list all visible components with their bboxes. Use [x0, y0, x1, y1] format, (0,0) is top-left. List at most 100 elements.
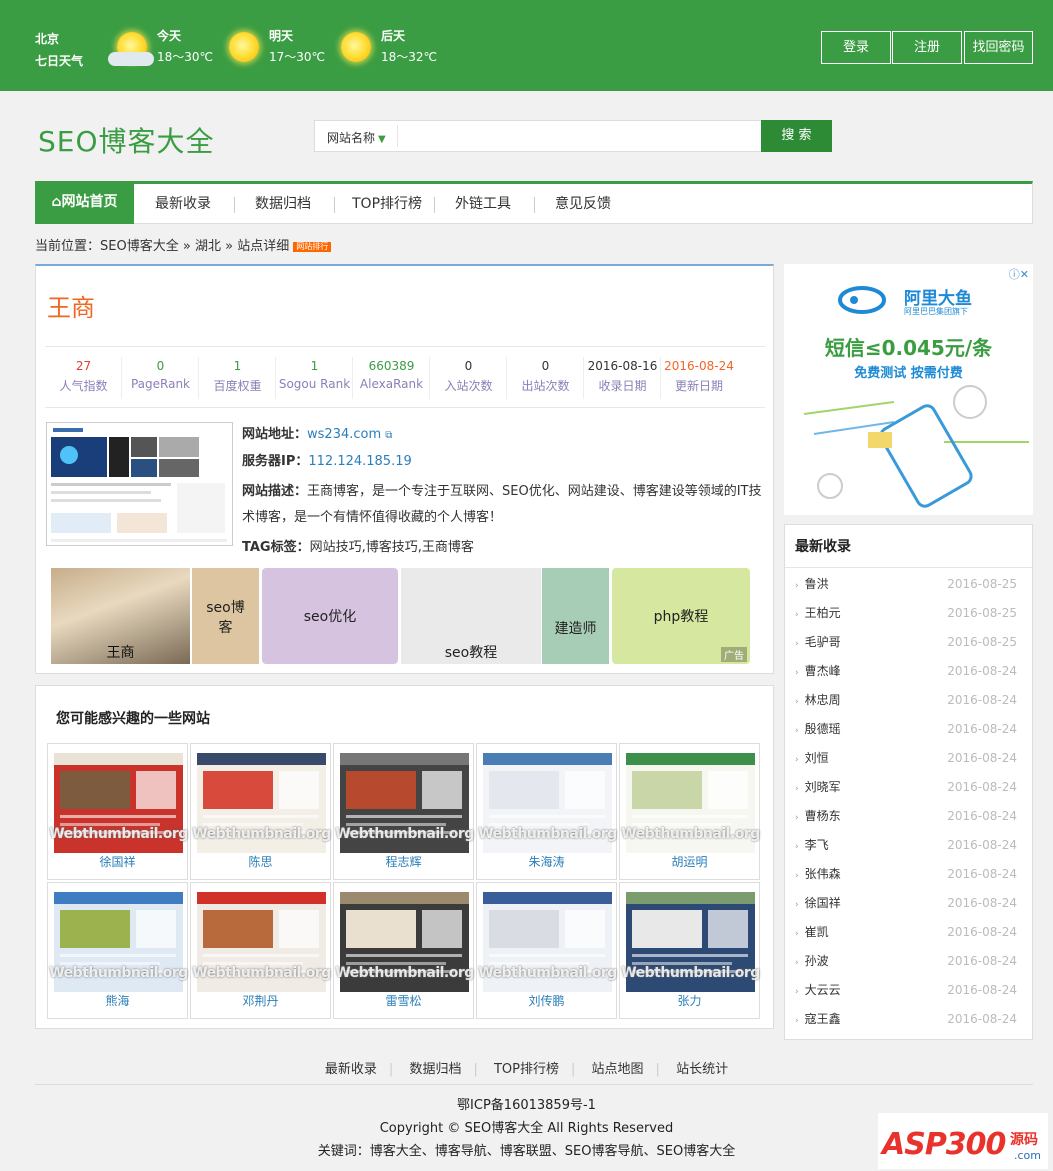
related-site-card[interactable]: Webthumbnail.org 雷雪松: [333, 882, 474, 1019]
latest-item-name[interactable]: 崔凯: [805, 925, 829, 939]
latest-list-item[interactable]: › 大云云 2016-08-24: [795, 976, 1025, 1005]
stat-label: 出站次数: [521, 379, 570, 393]
chevron-right-icon: ›: [795, 958, 799, 968]
search-bar: 网站名称 ▼ 搜 索: [314, 120, 832, 152]
related-site-name[interactable]: 陈思: [191, 853, 330, 870]
site-url-link[interactable]: ws234.com: [307, 427, 381, 442]
register-button[interactable]: 注册: [892, 31, 962, 64]
latest-list-item[interactable]: › 殷德瑶 2016-08-24: [795, 715, 1025, 744]
related-site-card[interactable]: Webthumbnail.org 张力: [619, 882, 760, 1019]
latest-item-name[interactable]: 林忠周: [805, 693, 841, 707]
nav-item-links-tool[interactable]: 外链工具: [455, 184, 511, 224]
related-site-name[interactable]: 胡运明: [620, 853, 759, 870]
latest-list-item[interactable]: › 崔凯 2016-08-24: [795, 918, 1025, 947]
nav-home[interactable]: ⌂网站首页: [35, 181, 134, 224]
latest-list-item[interactable]: › 孙波 2016-08-24: [795, 947, 1025, 976]
external-link-icon[interactable]: ⧉: [385, 430, 392, 441]
latest-item-name[interactable]: 鲁洪: [805, 577, 829, 591]
latest-item-date: 2016-08-24: [947, 809, 1017, 823]
ad-tile[interactable]: php教程 广告: [612, 568, 750, 664]
sidebar-ad[interactable]: ⓘ✕ 阿里大鱼 阿里巴巴集团旗下 短信≤0.045元/条 免费测试 按需付费: [784, 264, 1033, 515]
related-site-name[interactable]: 雷雪松: [334, 992, 473, 1009]
latest-item-name[interactable]: 孙波: [805, 954, 829, 968]
related-site-name[interactable]: 张力: [620, 992, 759, 1009]
latest-item-name[interactable]: 王柏元: [805, 606, 841, 620]
footer-link[interactable]: TOP排行榜: [482, 1062, 571, 1077]
latest-list-item[interactable]: › 李飞 2016-08-24: [795, 831, 1025, 860]
login-button[interactable]: 登录: [821, 31, 891, 64]
breadcrumb-link-home[interactable]: SEO博客大全: [100, 239, 179, 254]
recover-password-button[interactable]: 找回密码: [964, 31, 1033, 64]
latest-item-name[interactable]: 毛驴哥: [805, 635, 841, 649]
weather-day-after: 后天 18～32℃: [381, 29, 438, 64]
latest-list-item[interactable]: › 王柏元 2016-08-25: [795, 599, 1025, 628]
site-screenshot[interactable]: [46, 422, 233, 546]
related-site-card[interactable]: Webthumbnail.org 朱海涛: [476, 743, 617, 880]
latest-list-item[interactable]: › 曹杨东 2016-08-24: [795, 802, 1025, 831]
latest-list-item[interactable]: › 张伟森 2016-08-24: [795, 860, 1025, 889]
footer-link[interactable]: 站点地图: [580, 1062, 656, 1077]
latest-list-item[interactable]: › 曹杰峰 2016-08-24: [795, 657, 1025, 686]
latest-item-name[interactable]: 寇王鑫: [805, 1012, 841, 1026]
ad-tile[interactable]: 王商: [51, 568, 190, 664]
chevron-right-icon: ›: [795, 929, 799, 939]
latest-item-name[interactable]: 大云云: [805, 983, 841, 997]
ad-tile[interactable]: 建造师: [542, 568, 609, 664]
footer-link[interactable]: 站长统计: [664, 1062, 740, 1077]
search-input[interactable]: [397, 125, 757, 147]
footer-icp[interactable]: 鄂ICP备16013859号-1: [0, 1094, 1053, 1113]
stat-value: 0: [156, 359, 165, 373]
thumbnail-watermark: Webthumbnail.org: [49, 965, 188, 981]
footer-link[interactable]: 最新收录: [313, 1062, 389, 1077]
nav-item-feedback[interactable]: 意见反馈: [555, 184, 611, 224]
latest-item-name[interactable]: 张伟森: [805, 867, 841, 881]
ad-tile[interactable]: seo博客: [192, 568, 259, 664]
related-site-name[interactable]: 徐国祥: [48, 853, 187, 870]
latest-item-date: 2016-08-24: [947, 693, 1017, 707]
chevron-right-icon: ›: [795, 581, 799, 591]
top-bar: 北京 七日天气 今天 18～30℃ 明天 17～30℃ 后天 18～32℃ 登录…: [0, 0, 1053, 91]
related-site-name[interactable]: 朱海涛: [477, 853, 616, 870]
related-site-card[interactable]: Webthumbnail.org 熊海: [47, 882, 188, 1019]
latest-item-name[interactable]: 刘恒: [805, 751, 829, 765]
stat-value: 660389: [368, 359, 415, 373]
latest-item-name[interactable]: 李飞: [805, 838, 829, 852]
latest-list-item[interactable]: › 徐国祥 2016-08-24: [795, 889, 1025, 918]
breadcrumb: 当前位置：SEO博客大全 » 湖北 » 站点详细 网站排行: [35, 235, 332, 254]
ad-tile[interactable]: seo优化: [262, 568, 398, 664]
nav-item-top[interactable]: TOP排行榜: [352, 184, 422, 224]
latest-item-name[interactable]: 曹杨东: [805, 809, 841, 823]
stat-item: 27 人气指数: [45, 347, 122, 409]
latest-list-item[interactable]: › 鲁洪 2016-08-25: [795, 570, 1025, 599]
latest-list-item[interactable]: › 寇王鑫 2016-08-24: [795, 1005, 1025, 1034]
search-button[interactable]: 搜 索: [761, 120, 832, 152]
related-site-card[interactable]: Webthumbnail.org 刘传鹏: [476, 882, 617, 1019]
related-site-name[interactable]: 刘传鹏: [477, 992, 616, 1009]
related-site-card[interactable]: Webthumbnail.org 徐国祥: [47, 743, 188, 880]
related-site-card[interactable]: Webthumbnail.org 邓荆丹: [190, 882, 331, 1019]
breadcrumb-link-region[interactable]: 湖北: [195, 239, 221, 254]
latest-list-item[interactable]: › 刘恒 2016-08-24: [795, 744, 1025, 773]
stat-value: 0: [541, 359, 550, 373]
site-logo[interactable]: SEO博客大全: [38, 120, 215, 160]
nav-item-archive[interactable]: 数据归档: [255, 184, 311, 224]
latest-list-item[interactable]: › 毛驴哥 2016-08-25: [795, 628, 1025, 657]
footer-link[interactable]: 数据归档: [397, 1062, 473, 1077]
latest-item-name[interactable]: 徐国祥: [805, 896, 841, 910]
latest-item-name[interactable]: 曹杰峰: [805, 664, 841, 678]
related-site-card[interactable]: Webthumbnail.org 胡运明: [619, 743, 760, 880]
related-site-name[interactable]: 熊海: [48, 992, 187, 1009]
latest-item-name[interactable]: 殷德瑶: [805, 722, 841, 736]
related-site-name[interactable]: 程志辉: [334, 853, 473, 870]
related-site-card[interactable]: Webthumbnail.org 程志辉: [333, 743, 474, 880]
related-site-name[interactable]: 邓荆丹: [191, 992, 330, 1009]
latest-list-item[interactable]: › 刘晓军 2016-08-24: [795, 773, 1025, 802]
search-category-select[interactable]: 网站名称 ▼: [327, 129, 386, 146]
sun-icon: [341, 32, 371, 62]
ad-tile[interactable]: seo教程: [401, 568, 541, 664]
site-tags[interactable]: 网站技巧,博客技巧,王商博客: [310, 540, 474, 555]
related-site-card[interactable]: Webthumbnail.org 陈思: [190, 743, 331, 880]
latest-list-item[interactable]: › 林忠周 2016-08-24: [795, 686, 1025, 715]
nav-item-latest[interactable]: 最新收录: [155, 184, 211, 224]
latest-item-name[interactable]: 刘晓军: [805, 780, 841, 794]
